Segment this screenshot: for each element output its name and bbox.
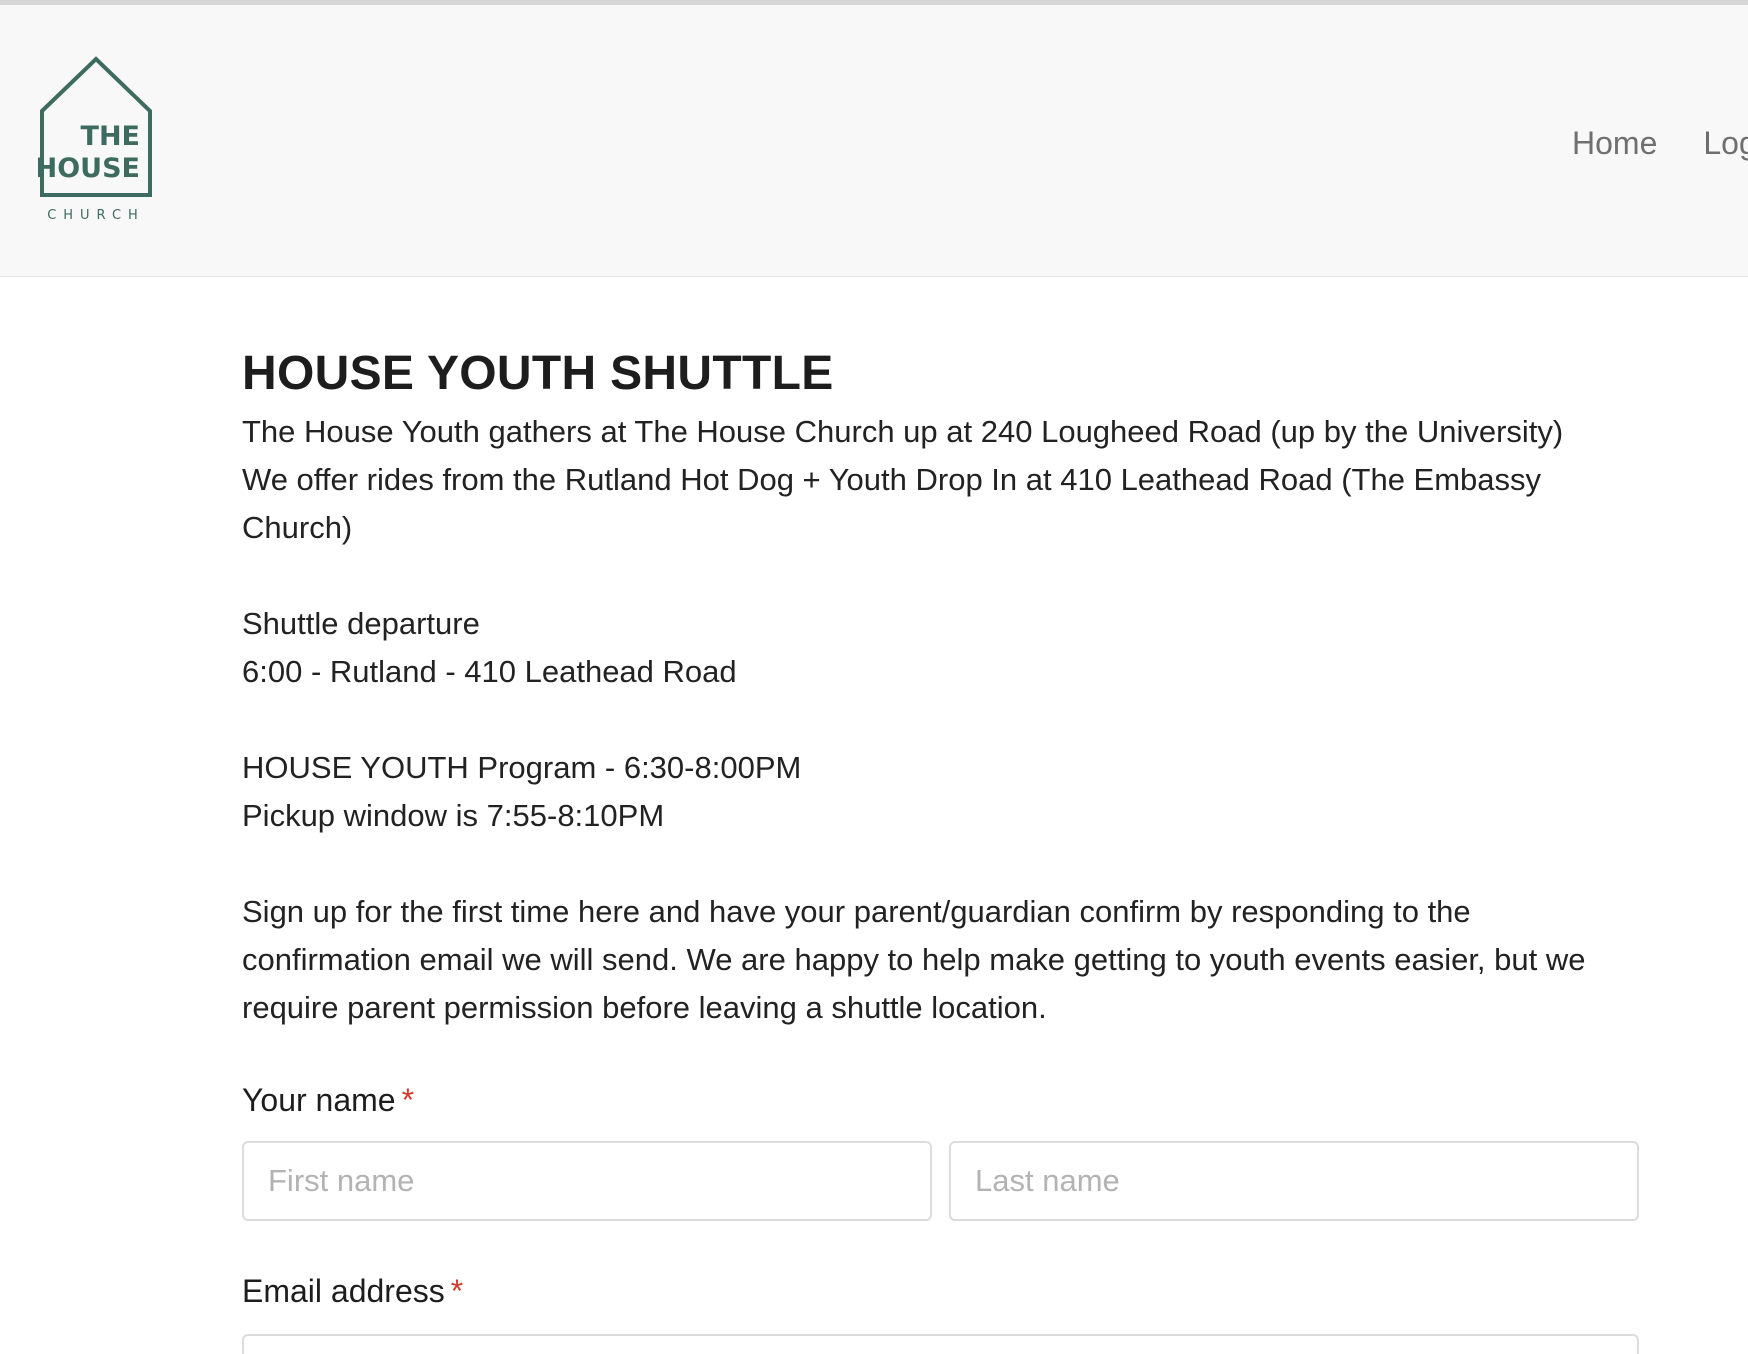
required-asterisk: * <box>401 1082 415 1118</box>
intro-line-2: We offer rides from the Rutland Hot Dog … <box>242 462 1542 545</box>
main-nav: Home Log <box>1572 125 1748 162</box>
departure-heading: Shuttle departure <box>242 606 480 641</box>
intro-line-1: The House Youth gathers at The House Chu… <box>242 414 1564 449</box>
site-header: THE HOUSE CHURCH Home Log <box>0 5 1748 277</box>
pickup-window: Pickup window is 7:55-8:10PM <box>242 798 665 833</box>
nav-home-link[interactable]: Home <box>1572 125 1657 161</box>
name-field-label: Your name * <box>242 1082 1642 1119</box>
name-inputs-row <box>242 1141 1642 1221</box>
first-name-input[interactable] <box>242 1141 932 1221</box>
name-label-text: Your name <box>242 1082 396 1118</box>
last-name-input[interactable] <box>949 1141 1639 1221</box>
required-asterisk: * <box>450 1273 464 1309</box>
house-church-logo[interactable]: THE HOUSE CHURCH <box>38 55 158 225</box>
logo-text-church: CHURCH <box>47 208 145 223</box>
page-title: HOUSE YOUTH SHUTTLE <box>242 347 834 400</box>
house-outline-icon: THE HOUSE CHURCH <box>38 56 152 223</box>
nav-login-link[interactable]: Log <box>1703 125 1748 161</box>
email-label-text: Email address <box>242 1273 445 1309</box>
program-time: HOUSE YOUTH Program - 6:30-8:00PM <box>242 750 802 785</box>
logo-text-the: THE <box>81 121 140 152</box>
departure-time: 6:00 - Rutland - 410 Leathead Road <box>242 654 737 689</box>
email-input[interactable] <box>242 1334 1639 1354</box>
email-field-label: Email address * <box>242 1273 1642 1310</box>
shuttle-description: The House Youth gathers at The House Chu… <box>242 408 1642 1032</box>
signup-instructions: Sign up for the first time here and have… <box>242 894 1586 1025</box>
main-content: HOUSE YOUTH SHUTTLE The House Youth gath… <box>242 340 1642 1354</box>
logo-text-house: HOUSE <box>38 153 140 184</box>
